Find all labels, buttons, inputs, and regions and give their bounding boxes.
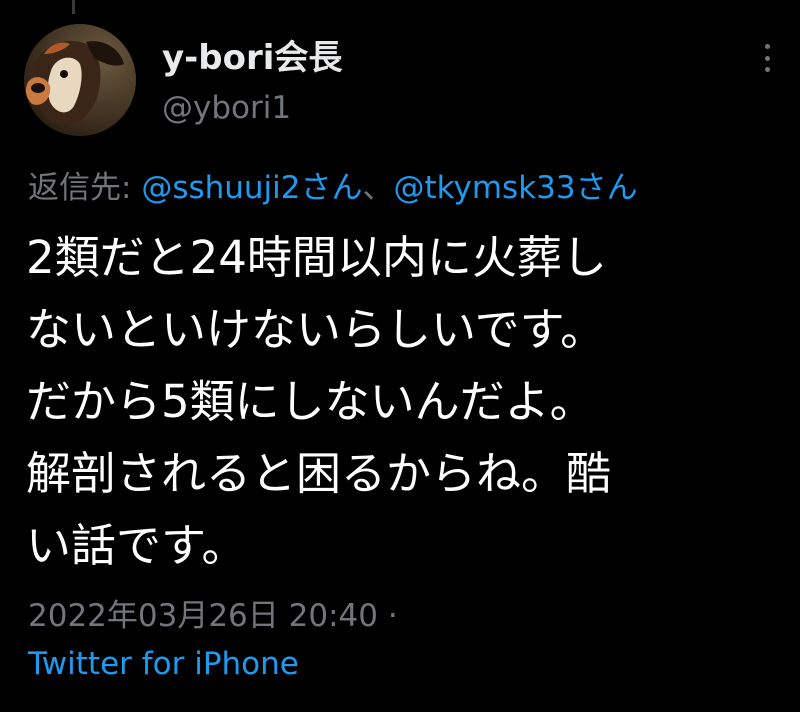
dog-avatar-icon [24, 24, 136, 136]
tweet-text-line: 解剖されると困るからね。酷 [26, 447, 612, 500]
tweet-source-link[interactable]: Twitter for iPhone [28, 646, 299, 682]
reply-separator: 、 [362, 170, 394, 206]
more-options-button[interactable] [752, 38, 782, 78]
author-display-name[interactable]: y-bori会長 [162, 30, 342, 79]
more-vertical-icon-dot [764, 55, 770, 61]
tweet-text-line: 2類だと24時間以内に火葬し [26, 231, 607, 284]
more-vertical-icon-dot [764, 67, 770, 72]
tweet-text-line: い話です。 [26, 519, 247, 572]
tweet-text-line: ないといけないらしいです。 [26, 303, 606, 356]
reply-mention-sshuuji2[interactable]: @sshuuji2さん [141, 170, 362, 206]
tweet-body: 2類だと24時間以内に火葬し ないといけないらしいです。 だから5類にしないんだ… [26, 222, 776, 582]
avatar[interactable] [24, 24, 136, 136]
more-vertical-icon [764, 44, 770, 49]
author-handle[interactable]: @ybori1 [162, 90, 291, 126]
tweet-text-line: だから5類にしないんだよ。 [26, 375, 595, 428]
reply-mention-tkymsk33[interactable]: @tkymsk33さん [394, 170, 638, 206]
reply-prefix: 返信先: [28, 170, 142, 206]
reply-to-line: 返信先: @sshuuji2さん、@tkymsk33さん [28, 162, 638, 207]
tweet-timestamp[interactable]: 2022年03月26日 20:40 · [28, 590, 398, 635]
thread-connector-line [72, 0, 75, 14]
